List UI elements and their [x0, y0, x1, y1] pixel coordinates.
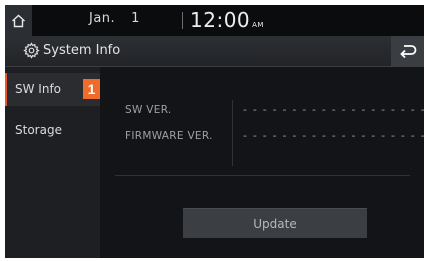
home-icon: [12, 14, 25, 27]
status-bar: Jan. 1 12:00 AM: [5, 5, 424, 36]
sw-version-value: - - - - - - - - - - - - - - - - - - - -: [243, 103, 424, 116]
back-arrow-icon: [399, 45, 416, 58]
status-day: 1: [131, 11, 140, 26]
status-clock: 12:00 AM: [190, 8, 264, 32]
status-ampm: AM: [252, 21, 264, 29]
sw-version-label: SW VER.: [125, 104, 172, 116]
back-button[interactable]: [391, 36, 424, 66]
status-time: 12:00: [190, 8, 251, 32]
screen-frame: Jan. 1 12:00 AM System Info SW Info 1 Sto: [5, 5, 424, 258]
gear-icon: [23, 42, 40, 59]
title-bar: System Info: [5, 36, 424, 67]
sidebar-item-storage[interactable]: Storage: [5, 114, 100, 147]
sidebar-item-sw-info[interactable]: SW Info 1: [5, 73, 100, 106]
column-divider: [232, 100, 233, 166]
sidebar-item-label: Storage: [15, 123, 62, 137]
sidebar: SW Info 1 Storage: [5, 67, 100, 258]
status-date: Jan. 1: [89, 11, 140, 26]
status-month: Jan.: [89, 11, 116, 26]
firmware-version-value: - - - - - - - - - - - - - - - - - - - -: [243, 129, 424, 142]
version-info-panel: SW VER. - - - - - - - - - - - - - - - - …: [115, 90, 424, 176]
sidebar-item-label: SW Info: [15, 82, 62, 96]
page-title: System Info: [43, 43, 121, 58]
firmware-version-label: FIRMWARE VER.: [125, 130, 213, 142]
callout-badge: 1: [83, 79, 100, 99]
status-divider: [182, 12, 183, 29]
main-content: SW VER. - - - - - - - - - - - - - - - - …: [100, 67, 424, 258]
home-button[interactable]: [5, 5, 32, 36]
update-button[interactable]: Update: [183, 208, 367, 238]
